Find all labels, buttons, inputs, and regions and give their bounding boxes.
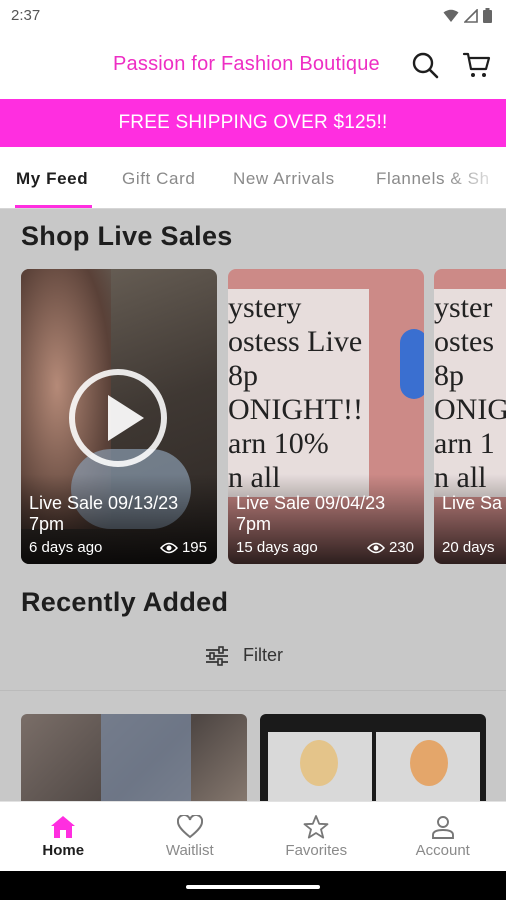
tab-bar: My Feed Gift Card New Arrivals Flannels …: [0, 147, 506, 209]
tab-my-feed[interactable]: My Feed: [16, 169, 88, 189]
card-overlay-text: yster ostes 8p ONIG arn 1 n all: [434, 289, 506, 497]
view-count: 230: [366, 539, 414, 556]
live-sale-age: 15 days ago: [236, 539, 318, 556]
home-icon: [51, 816, 76, 838]
heart-icon: [176, 815, 203, 839]
wifi-icon: [443, 9, 459, 22]
nav-favorites[interactable]: Favorites: [253, 802, 380, 871]
model-photo: [410, 740, 448, 786]
model-photo: [300, 740, 338, 786]
product-tile[interactable]: [21, 714, 247, 801]
nav-account-label: Account: [415, 842, 470, 859]
tab-new-arrivals[interactable]: New Arrivals: [233, 169, 335, 189]
bottom-navigation: Home Waitlist Favorites Account: [0, 801, 506, 871]
view-count: 195: [159, 539, 207, 556]
battery-icon: [483, 8, 492, 23]
status-bar: 2:37: [0, 0, 506, 32]
nav-waitlist[interactable]: Waitlist: [127, 802, 254, 871]
feed-content[interactable]: Shop Live Sales Live Sale 09/13/23 7pm 6…: [0, 209, 506, 801]
filter-label: Filter: [243, 645, 283, 665]
live-sale-age: 6 days ago: [29, 539, 103, 556]
live-sale-title: Live Sale 09/04/23 7pm: [236, 493, 386, 534]
promo-banner[interactable]: FREE SHIPPING OVER $125!!: [0, 99, 506, 147]
star-icon: [303, 815, 329, 839]
tab-fade: [446, 147, 506, 207]
person-icon: [431, 816, 454, 839]
product-tile[interactable]: [260, 714, 486, 801]
status-time: 2:37: [11, 7, 41, 24]
nav-waitlist-label: Waitlist: [165, 842, 214, 859]
nav-account[interactable]: Account: [380, 802, 506, 871]
system-gesture-area: [0, 871, 506, 900]
filter-button[interactable]: Filter: [205, 645, 283, 666]
tab-gift-card[interactable]: Gift Card: [122, 169, 195, 189]
product-image: [101, 714, 191, 801]
live-sale-card[interactable]: yster ostes 8p ONIG arn 1 n all Live Sa …: [434, 269, 506, 564]
live-sale-title: Live Sale 09/13/23 7pm: [29, 493, 179, 534]
balloon-decoration: [400, 329, 424, 399]
nav-home-label: Home: [42, 842, 85, 859]
status-icons: [443, 8, 492, 23]
nav-home[interactable]: Home: [0, 802, 127, 871]
home-gesture-pill[interactable]: [186, 885, 320, 889]
search-icon[interactable]: [410, 50, 440, 80]
play-icon[interactable]: [69, 369, 167, 467]
eye-icon: [366, 542, 385, 553]
signal-icon: [464, 8, 478, 23]
recently-added-heading: Recently Added: [21, 587, 229, 617]
cart-icon[interactable]: [462, 50, 492, 80]
view-count-value: 230: [388, 539, 414, 556]
view-count-value: 195: [181, 539, 207, 556]
app-header: Passion for Fashion Boutique: [0, 32, 506, 99]
store-title: Passion for Fashion Boutique: [113, 53, 380, 75]
card-overlay-text: ystery ostess Live 8p ONIGHT!! arn 10% n…: [228, 289, 369, 497]
live-sale-age: 20 days: [442, 539, 495, 556]
live-sale-card[interactable]: Live Sale 09/13/23 7pm 6 days ago 195: [21, 269, 217, 564]
eye-icon: [159, 542, 178, 553]
divider: [0, 690, 506, 691]
live-sale-card[interactable]: ystery ostess Live 8p ONIGHT!! arn 10% n…: [228, 269, 424, 564]
live-sale-title: Live Sa 7pm: [442, 493, 506, 513]
filter-sliders-icon: [206, 645, 228, 666]
live-sales-heading: Shop Live Sales: [21, 221, 233, 251]
nav-favorites-label: Favorites: [285, 842, 348, 859]
